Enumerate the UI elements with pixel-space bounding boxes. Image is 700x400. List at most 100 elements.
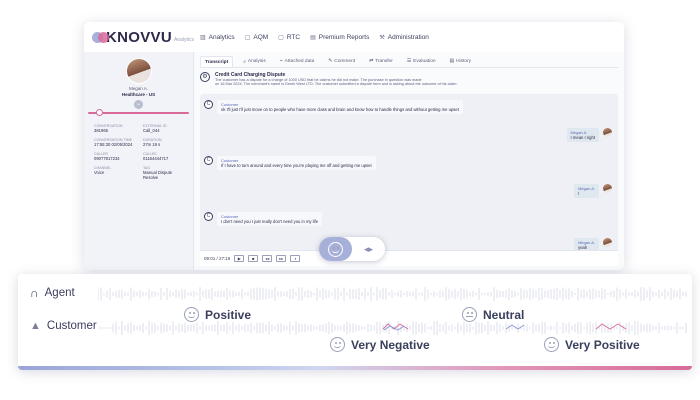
field-value: Voice [94,170,105,175]
logo[interactable]: KNOVVU Analytics [84,29,194,46]
smiley-icon [544,337,559,352]
message-text: ok I'll just I'll just move on to people… [221,107,459,112]
nav-aqm[interactable]: ▢ AQM [245,34,268,41]
progress-handle[interactable] [96,109,103,116]
tab-label: Analysis [247,59,266,64]
sentiment-timeline: ∩ Agent ▲ Customer Positive Neutral Very… [18,274,692,370]
profile-progress-bar [88,112,189,114]
chat-message: Megan A. I [574,184,612,198]
summary-body: Credit Card Charging Dispute The custome… [215,72,535,90]
nav-rtc[interactable]: ▢ RTC [278,34,300,41]
field-value: 381965 [94,128,108,133]
smiley-icon [330,337,345,352]
field: Channel Voice [94,166,139,180]
rewind-icon[interactable]: ◂◂ [262,255,273,262]
field-value: 17:55:30 02/05/2024 [94,142,133,147]
field: External ID Call_044 [143,124,188,133]
message-text: I [578,191,580,196]
chat-message: Megan A. I mean I right [566,128,612,142]
waveform-icon: ◂▸ [363,243,374,254]
smiley-icon [184,307,199,322]
message-bubble: Customer I don't need you I just really … [217,212,323,226]
nav-administration[interactable]: ⚒ Administration [379,34,429,41]
sentiment-label: Very Negative [351,337,430,352]
evaluation-icon: ☰ [406,59,412,64]
nav-label: RTC [286,33,301,41]
sentiment-gradient-bar [18,366,692,370]
customer-label: Customer [46,320,97,332]
tab-transfer[interactable]: ⇄ Transfer [365,56,397,67]
field-value: 09077817234 [94,156,120,161]
message-bubble: Customer ok I'll just I'll just move on … [217,100,463,114]
chat-message: C Customer I don't need you I just reall… [204,212,323,226]
message-text: I don't need you I just really don't nee… [221,219,319,224]
audio-player: 09:01 / 27:19 ▶ ■ ◂◂ ▸▸ ◖ [200,250,618,266]
message-bubble: Megan A. I [574,184,599,198]
message-sender: Megan A. [578,186,595,191]
chat-message: C Customer ok I'll just I'll just move o… [204,100,463,114]
sentiment-view-toggle[interactable]: ◂▸ [319,237,385,261]
customer-row-label: ▲ Customer [30,320,97,332]
tab-label: Comment [334,59,356,64]
message-bubble: Megan A. I mean I right [566,128,599,142]
sentiment-marker-neutral[interactable]: Neutral [462,307,524,322]
top-bar: KNOVVU Analytics ▥ Analytics ▢ AQM ▢ RTC ▤ P… [84,22,624,52]
field: Caller 09077817234 [94,152,139,161]
agent-row-label: ∩ Agent [30,286,75,300]
message-bubble: Customer If I have to turn around and ev… [217,156,376,170]
brain-icon: ⚙ [200,72,210,82]
nav-label: AQM [253,33,269,41]
agent-avatar-icon [603,128,612,137]
nav-analytics[interactable]: ▥ Analytics [200,34,235,41]
logo-subtitle: Analytics [173,37,194,43]
sentiment-marker-positive[interactable]: Positive [184,307,251,322]
attachment-icon: ⌁ [279,59,283,64]
sentiment-marker-very-negative[interactable]: Very Negative [330,337,430,352]
agent-avatar-icon [603,184,612,193]
sentiment-label: Neutral [483,307,525,322]
customer-avatar-icon: C [204,100,213,109]
waveform-mode-button[interactable]: ◂▸ [352,237,385,261]
nav-premium-reports[interactable]: ▤ Premium Reports [310,34,369,41]
tab-history[interactable]: ▤ History [446,56,475,67]
tab-transcript[interactable]: Transcript [200,56,234,67]
file-icon: ▤ [310,34,316,41]
transcript-panel: Transcript ⌕ Analysis ⌁ Attached data ✎ Com… [194,52,624,270]
bar-chart-icon: ▥ [200,34,206,41]
logo-mark-icon [92,30,109,44]
waveform-graphic [98,287,687,335]
stage: KNOVVU Analytics ▥ Analytics ▢ AQM ▢ RTC ▤ P… [0,0,700,400]
sentiment-label: Very Positive [565,337,640,352]
conversation-fields: Conversation 381965 External ID Call_044 C… [94,124,188,180]
stop-icon[interactable]: ■ [248,255,259,262]
message-text: If I have to turn around and every time … [221,163,372,168]
chat-transcript[interactable]: C Customer ok I'll just I'll just move o… [200,94,618,266]
tab-comment[interactable]: ✎ Comment [324,56,359,67]
tab-evaluation[interactable]: ☰ Evaluation [403,56,440,67]
field-value: 27m 19 s [143,142,161,147]
sentiment-marker-very-positive[interactable]: Very Positive [544,337,640,352]
call-summary: ⚙ Credit Card Charging Dispute The custo… [200,72,618,90]
expand-icon[interactable]: ⌄ [134,100,143,109]
history-icon: ▤ [449,59,455,64]
volume-icon[interactable]: ◖ [290,255,301,262]
nav-label: Analytics [208,33,235,41]
logo-text: KNOVVU [106,28,172,46]
field-value: 01164444717 [143,156,169,161]
agent-name: Megan A. [128,86,148,91]
sentiment-mode-button[interactable] [319,237,352,261]
tab-analysis[interactable]: ⌕ Analysis [239,56,270,67]
play-icon[interactable]: ▶ [234,255,245,262]
agent-profile-panel: Megan A. Healthcare - US ⌄ Conversation 3… [84,52,194,270]
tab-bar: Transcript ⌕ Analysis ⌁ Attached data ✎ Com… [200,56,618,68]
tab-attached-data[interactable]: ⌁ Attached data [276,56,319,67]
nav-label: Administration [387,33,429,41]
square-icon: ▢ [244,34,251,41]
app-window: KNOVVU Analytics ▥ Analytics ▢ AQM ▢ RTC ▤ P… [84,22,624,270]
tab-label: Attached data [284,59,315,64]
message-text: I mean I right [570,135,595,140]
sentiment-label: Positive [205,307,252,322]
forward-icon[interactable]: ▸▸ [276,255,287,262]
nav-label: Premium Reports [318,33,370,41]
agent-avatar-icon [603,238,612,247]
